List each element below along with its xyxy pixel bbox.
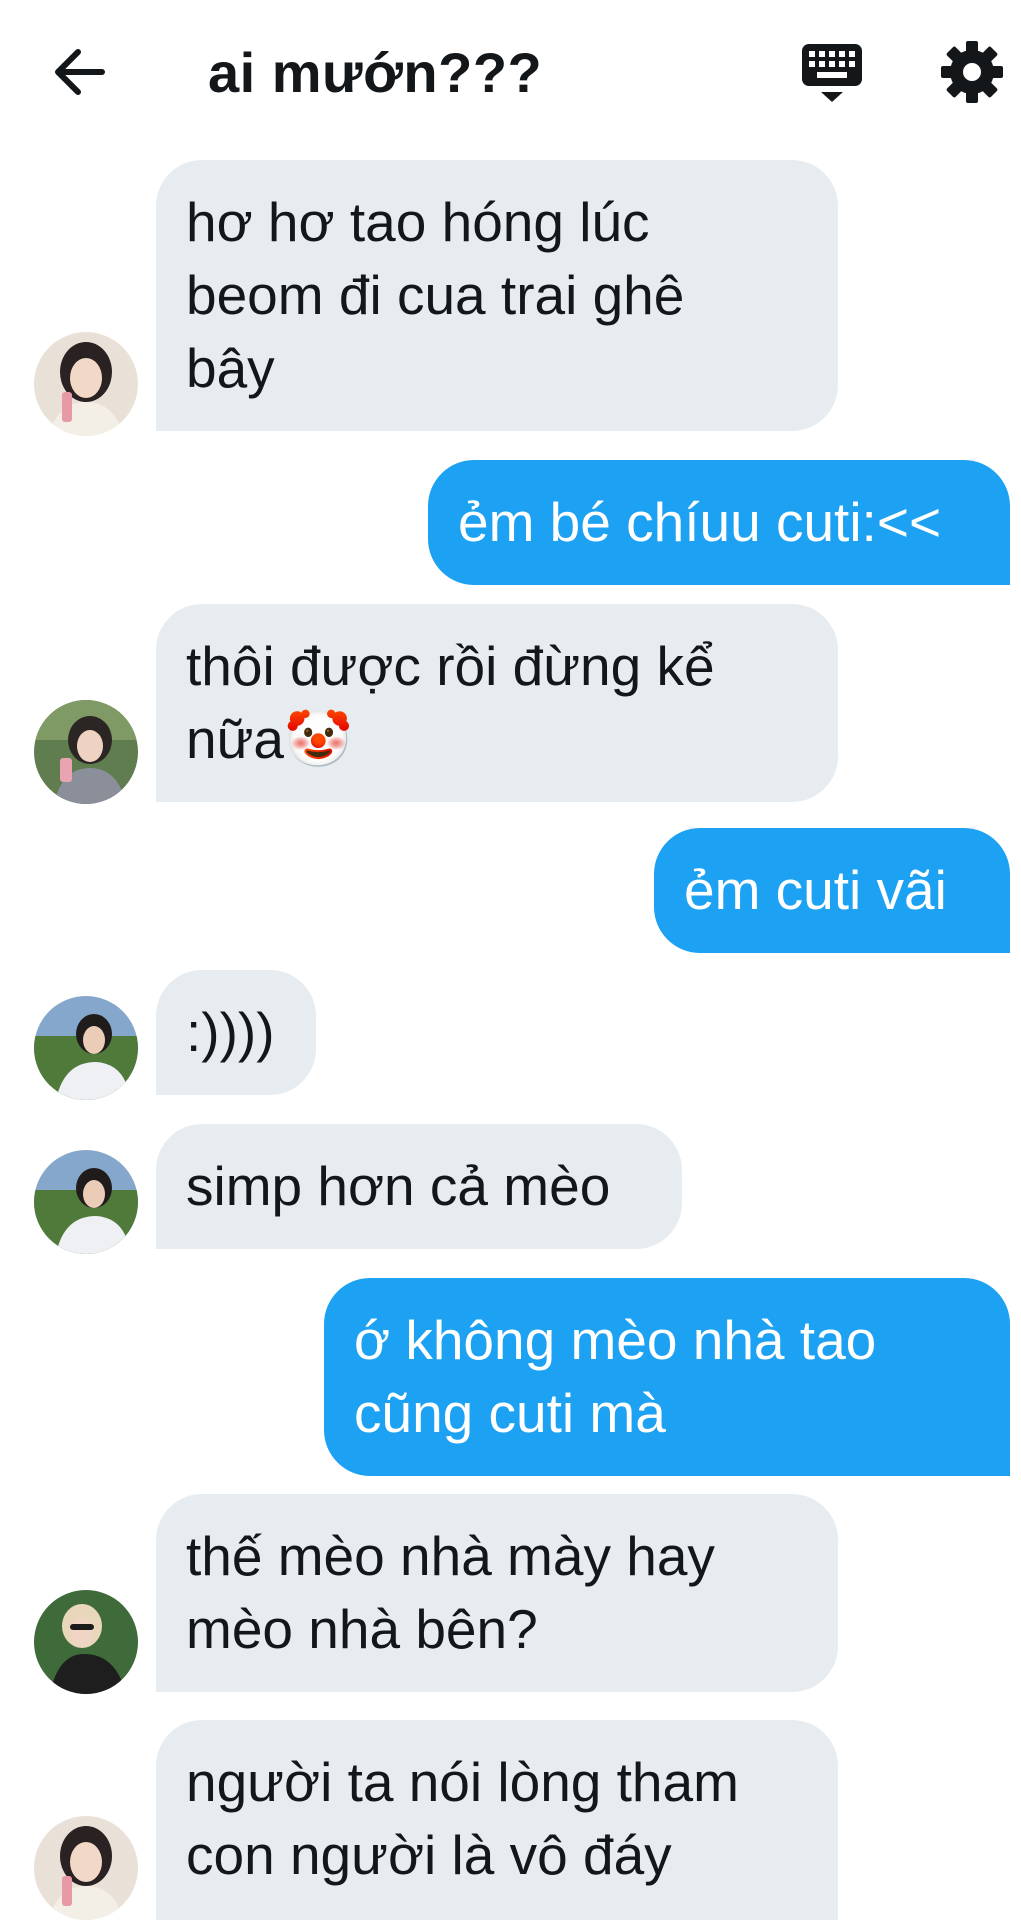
message-bubble-outgoing[interactable]: ẻm bé chíuu cuti:<< xyxy=(428,460,1010,585)
sender-avatar[interactable] xyxy=(34,700,138,804)
keyboard-button[interactable] xyxy=(800,40,864,104)
arrow-left-icon xyxy=(55,49,105,95)
sender-avatar[interactable] xyxy=(34,1150,138,1254)
message-text-line: mèo nhà bên? xyxy=(186,1598,538,1660)
message-text-line: cũng cuti mà xyxy=(354,1382,666,1444)
message-bubble-incoming[interactable]: thôi được rồi đừng kể nữa🤡 xyxy=(156,604,838,802)
message-bubble-outgoing[interactable]: ớ không mèo nhà tao cũng cuti mà xyxy=(324,1278,1010,1476)
message-text-line: nữa🤡 xyxy=(186,708,353,770)
message-bubble-incoming[interactable]: hơ hơ tao hóng lúc beom đi cua trai ghê … xyxy=(156,160,838,431)
sender-avatar[interactable] xyxy=(34,1816,138,1920)
message-text-line: ớ không mèo nhà tao xyxy=(354,1309,877,1371)
message-text-line: :)))) xyxy=(186,1001,275,1063)
message-text-line: ẻm bé chíuu cuti:<< xyxy=(458,491,942,553)
keyboard-icon xyxy=(802,44,862,102)
message-text-line: thôi được rồi đừng kể xyxy=(186,635,715,697)
message-text-line: ẻm cuti vãi xyxy=(684,859,947,921)
back-button[interactable] xyxy=(52,44,108,100)
settings-button[interactable] xyxy=(940,40,1004,104)
sender-avatar[interactable] xyxy=(34,996,138,1100)
message-text-line: người ta nói lòng tham xyxy=(186,1751,739,1813)
message-text-line: beom đi cua trai ghê xyxy=(186,264,685,326)
message-bubble-incoming[interactable]: thế mèo nhà mày hay mèo nhà bên? xyxy=(156,1494,838,1692)
message-bubble-incoming[interactable]: người ta nói lòng tham con người là vô đ… xyxy=(156,1720,838,1920)
message-bubble-incoming[interactable]: simp hơn cả mèo xyxy=(156,1124,682,1249)
sender-avatar[interactable] xyxy=(34,332,138,436)
message-bubble-incoming[interactable]: :)))) xyxy=(156,970,316,1095)
conversation-title: ai mướn??? xyxy=(208,41,543,104)
message-text-line: thế mèo nhà mày hay xyxy=(186,1525,715,1587)
message-text-line: simp hơn cả mèo xyxy=(186,1155,611,1217)
sender-avatar[interactable] xyxy=(34,1590,138,1694)
message-text-line: hơ hơ tao hóng lúc xyxy=(186,191,650,253)
gear-icon xyxy=(941,41,1003,103)
message-text-line: bây xyxy=(186,337,275,399)
message-bubble-outgoing[interactable]: ẻm cuti vãi xyxy=(654,828,1010,953)
conversation-header: ai mướn??? xyxy=(0,0,1021,140)
message-text-line: con người là vô đáy xyxy=(186,1824,672,1886)
